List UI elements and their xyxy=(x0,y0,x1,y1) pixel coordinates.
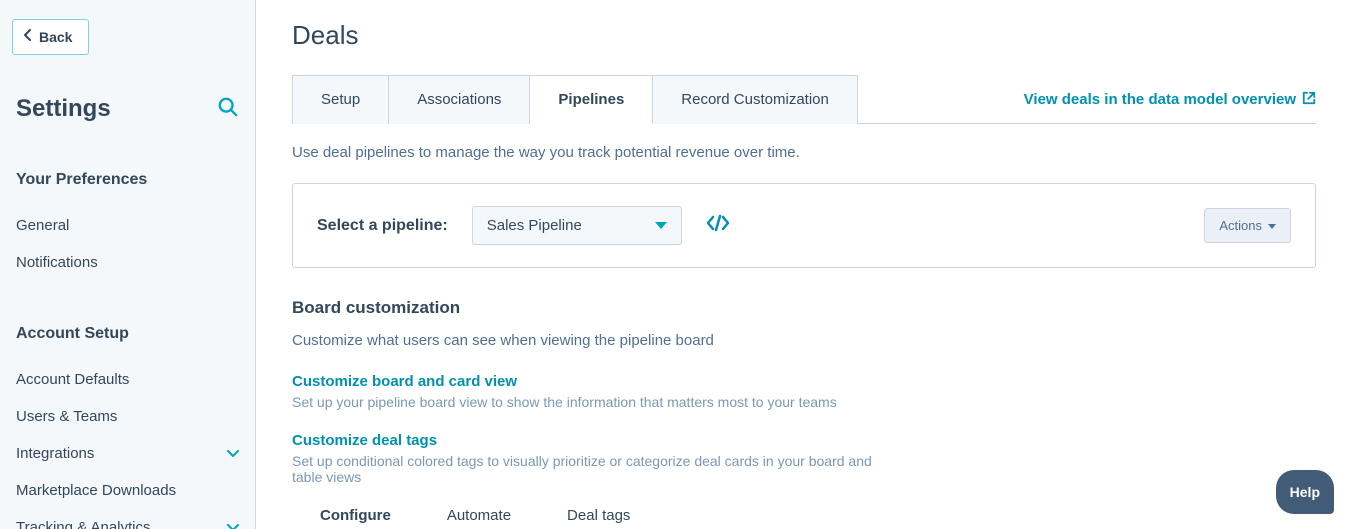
help-button[interactable]: Help xyxy=(1276,470,1334,514)
customize-board-link[interactable]: Customize board and card view xyxy=(292,373,517,390)
chevron-left-icon xyxy=(23,29,33,45)
subtabs: Configure Automate Deal tags xyxy=(292,507,1316,529)
tabs: Setup Associations Pipelines Record Cust… xyxy=(292,75,858,123)
dropdown-value: Sales Pipeline xyxy=(487,217,582,234)
caret-down-icon xyxy=(1268,218,1276,233)
sidebar-item-marketplace-downloads[interactable]: Marketplace Downloads xyxy=(16,472,239,509)
tab-setup[interactable]: Setup xyxy=(292,75,389,124)
sidebar-item-label: Notifications xyxy=(16,254,98,271)
settings-title: Settings xyxy=(16,95,111,123)
external-link-icon xyxy=(1302,91,1316,108)
subtab-deal-tags[interactable]: Deal tags xyxy=(567,507,630,529)
section-heading-preferences: Your Preferences xyxy=(16,171,239,189)
page-description: Use deal pipelines to manage the way you… xyxy=(292,144,1316,161)
pipeline-selector-left: Select a pipeline: Sales Pipeline xyxy=(317,206,730,245)
caret-down-icon xyxy=(655,217,667,234)
sidebar-item-label: General xyxy=(16,217,69,234)
sidebar-item-notifications[interactable]: Notifications xyxy=(16,244,239,281)
tab-record-customization[interactable]: Record Customization xyxy=(653,75,858,124)
back-button[interactable]: Back xyxy=(12,19,89,55)
pipeline-selector-panel: Select a pipeline: Sales Pipeline Action… xyxy=(292,183,1316,268)
main-content: Deals Setup Associations Pipelines Recor… xyxy=(256,0,1352,529)
board-customization-heading: Board customization xyxy=(292,298,1316,318)
sidebar-item-label: Tracking & Analytics xyxy=(16,519,151,529)
tab-associations[interactable]: Associations xyxy=(389,75,530,124)
chevron-down-icon xyxy=(227,519,239,529)
sidebar-item-integrations[interactable]: Integrations xyxy=(16,435,239,472)
link-label: View deals in the data model overview xyxy=(1024,91,1296,108)
sidebar-item-account-defaults[interactable]: Account Defaults xyxy=(16,361,239,398)
sidebar-item-general[interactable]: General xyxy=(16,207,239,244)
subtab-automate[interactable]: Automate xyxy=(447,507,511,529)
actions-button[interactable]: Actions xyxy=(1204,208,1291,243)
sidebar-item-tracking-analytics[interactable]: Tracking & Analytics xyxy=(16,509,239,529)
page-title: Deals xyxy=(292,20,1316,51)
code-icon[interactable] xyxy=(706,214,730,238)
board-customization-subtext: Customize what users can see when viewin… xyxy=(292,332,1316,349)
customize-board-desc: Set up your pipeline board view to show … xyxy=(292,394,892,410)
pipeline-dropdown[interactable]: Sales Pipeline xyxy=(472,206,682,245)
search-icon[interactable] xyxy=(217,96,239,123)
back-label: Back xyxy=(39,29,72,45)
tab-pipelines[interactable]: Pipelines xyxy=(530,75,653,124)
sidebar: Back Settings Your Preferences General N… xyxy=(0,0,256,529)
sidebar-item-label: Users & Teams xyxy=(16,408,117,425)
subtab-configure[interactable]: Configure xyxy=(320,507,391,529)
chevron-down-icon xyxy=(227,445,239,462)
sidebar-item-users-teams[interactable]: Users & Teams xyxy=(16,398,239,435)
sidebar-item-label: Integrations xyxy=(16,445,94,462)
settings-header: Settings xyxy=(16,95,239,123)
sidebar-item-label: Marketplace Downloads xyxy=(16,482,176,499)
customize-deal-tags-link[interactable]: Customize deal tags xyxy=(292,432,437,449)
actions-label: Actions xyxy=(1219,218,1262,233)
sidebar-item-label: Account Defaults xyxy=(16,371,129,388)
tabs-row: Setup Associations Pipelines Record Cust… xyxy=(292,75,1316,124)
select-pipeline-label: Select a pipeline: xyxy=(317,217,448,235)
customize-deal-tags-desc: Set up conditional colored tags to visua… xyxy=(292,453,892,485)
section-heading-account-setup: Account Setup xyxy=(16,325,239,343)
view-data-model-overview-link[interactable]: View deals in the data model overview xyxy=(1024,91,1316,108)
